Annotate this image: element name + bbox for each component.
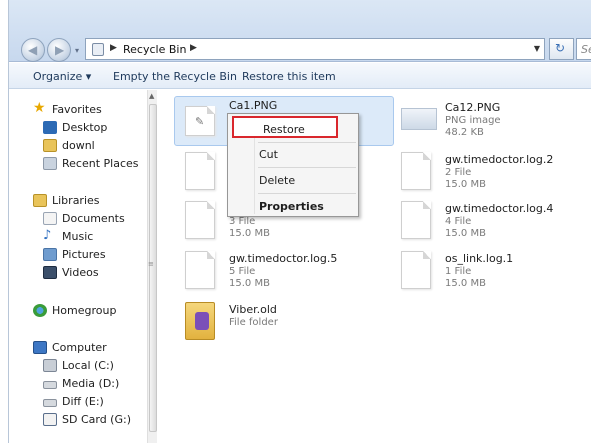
refresh-button[interactable]: ↻: [549, 38, 574, 60]
downloads-folder-icon: [43, 139, 57, 152]
recent-pages-dropdown-icon[interactable]: ▾: [75, 46, 79, 55]
list-item[interactable]: os_link.log.1 1 File 15.0 MB: [401, 249, 591, 293]
desktop-icon: [43, 121, 57, 134]
list-item[interactable]: gw.timedoctor.log.2 2 File 15.0 MB: [401, 150, 591, 194]
list-item[interactable]: Ca12.PNG PNG image 48.2 KB: [401, 98, 591, 142]
explorer-window: ◀ ▶ ▾ ▶ Recycle Bin ▶ ▼ ↻ Se Organize ▾ …: [8, 0, 591, 443]
menu-item-cut[interactable]: Cut: [259, 148, 278, 161]
empty-recycle-bin-button[interactable]: Empty the Recycle Bin: [113, 70, 237, 83]
drive-icon: [43, 399, 57, 407]
image-file-icon: [401, 108, 437, 130]
breadcrumb-chevron-icon[interactable]: ▶: [110, 43, 117, 53]
organize-button[interactable]: Organize ▾: [33, 70, 91, 83]
image-file-icon: ✎: [185, 106, 215, 136]
recycle-bin-icon: [92, 43, 104, 56]
pictures-icon: [43, 248, 57, 261]
navigation-pane: ★ Favorites Desktop downl Recent Places …: [9, 90, 146, 443]
list-item[interactable]: Viber.old File folder: [185, 300, 385, 344]
list-item[interactable]: gw.timedoctor.log.4 4 File 15.0 MB: [401, 199, 591, 243]
address-dropdown-icon[interactable]: ▼: [534, 44, 540, 53]
breadcrumb-chevron-icon[interactable]: ▶: [190, 43, 197, 53]
file-icon: [401, 201, 431, 239]
search-placeholder: Se: [581, 43, 591, 56]
command-bar: Organize ▾ Empty the Recycle Bin Restore…: [9, 63, 591, 89]
back-button[interactable]: ◀: [21, 38, 45, 62]
menu-separator: [258, 167, 356, 168]
menu-separator: [258, 142, 356, 143]
search-input[interactable]: Se: [576, 38, 591, 60]
context-menu: Restore Cut Delete Properties: [227, 113, 359, 217]
address-bar-area: ◀ ▶ ▾ ▶ Recycle Bin ▶ ▼ ↻ Se: [9, 0, 591, 62]
sidebar-scrollbar[interactable]: ▲ ≡: [147, 90, 157, 443]
menu-item-restore[interactable]: Restore: [263, 123, 305, 136]
back-arrow-icon: ◀: [28, 43, 38, 57]
videos-icon: [43, 266, 57, 279]
list-item[interactable]: gw.timedoctor.log.5 5 File 15.0 MB: [185, 249, 385, 293]
address-bar[interactable]: ▶ Recycle Bin ▶ ▼: [85, 38, 545, 60]
scroll-grip-icon: ≡: [148, 260, 154, 268]
star-icon: ★: [33, 100, 46, 116]
restore-highlight[interactable]: Restore: [232, 116, 338, 138]
file-icon: [401, 152, 431, 190]
recent-places-icon: [43, 157, 57, 170]
menu-separator: [258, 193, 356, 194]
libraries-icon: [33, 194, 47, 207]
folder-icon: [185, 302, 215, 340]
drive-icon: [43, 381, 57, 389]
computer-icon: [33, 341, 47, 354]
breadcrumb-recycle-bin[interactable]: Recycle Bin: [123, 43, 186, 56]
homegroup-icon: [33, 304, 47, 317]
file-icon: [185, 152, 215, 190]
file-icon: [401, 251, 431, 289]
file-icon: [185, 201, 215, 239]
scroll-up-icon[interactable]: ▲: [149, 92, 154, 100]
file-icon: [185, 251, 215, 289]
sd-card-icon: [43, 413, 57, 426]
forward-button[interactable]: ▶: [47, 38, 71, 62]
documents-icon: [43, 212, 57, 225]
viber-icon: [195, 312, 209, 330]
restore-item-button[interactable]: Restore this item: [242, 70, 336, 83]
system-drive-icon: [43, 359, 57, 372]
image-thumbnail-icon: ✎: [195, 115, 205, 128]
scrollbar-thumb[interactable]: [149, 104, 157, 432]
menu-item-delete[interactable]: Delete: [259, 174, 295, 187]
menu-item-properties[interactable]: Properties: [259, 200, 324, 213]
music-icon: ♪: [43, 228, 52, 243]
refresh-icon: ↻: [555, 41, 566, 55]
forward-arrow-icon: ▶: [55, 43, 65, 57]
